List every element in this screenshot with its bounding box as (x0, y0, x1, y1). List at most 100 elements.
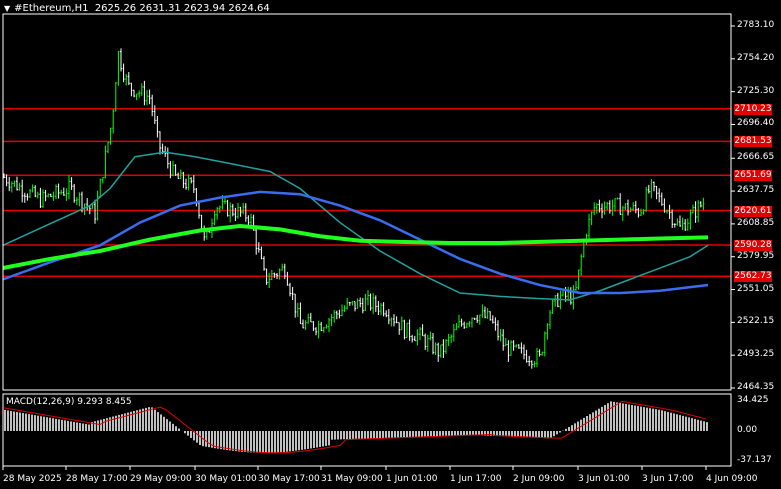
macd-bar (19, 412, 21, 431)
macd-bar (541, 431, 543, 439)
macd-bar (319, 431, 321, 447)
time-tick-label: 3 Jun 01:00 (578, 474, 630, 484)
macd-bar (40, 416, 42, 431)
macd-bar (415, 431, 417, 437)
macd-bar (706, 422, 708, 431)
macd-bar (445, 431, 447, 436)
macd-bar (190, 431, 192, 438)
macd-bar (559, 431, 561, 433)
macd-bar (106, 418, 108, 431)
macd-bar (55, 418, 57, 431)
macd-bar (316, 431, 318, 448)
time-tick-label: 3 Jun 17:00 (642, 474, 694, 484)
price-tick-label: 2579.95 (737, 250, 775, 261)
time-tick-label: 30 May 17:00 (258, 474, 320, 484)
macd-bar (610, 401, 612, 431)
macd-bar (79, 422, 81, 431)
menu-triangle-icon[interactable]: ▼ (4, 4, 10, 13)
macd-bar (652, 408, 654, 431)
macd-bar (370, 431, 372, 439)
macd-bar (178, 428, 180, 431)
macd-bar (253, 431, 255, 453)
macd-bar (433, 431, 435, 437)
macd-bar (355, 431, 357, 439)
macd-bar (238, 431, 240, 452)
price-tick-label: 2725.30 (737, 85, 775, 96)
macd-bar (619, 402, 621, 431)
price-chart[interactable] (0, 0, 781, 489)
time-tick-label: 30 May 01:00 (195, 474, 257, 484)
macd-bar (388, 431, 390, 438)
macd-bar (148, 407, 150, 431)
price-tick-label: 2696.40 (737, 118, 775, 129)
macd-bar (301, 431, 303, 450)
macd-bar (292, 431, 294, 452)
macd-bar (703, 421, 705, 431)
macd-bar (391, 431, 393, 438)
macd-bar (172, 423, 174, 431)
level-price-badge: 2590.28 (734, 239, 772, 251)
macd-bar (430, 431, 432, 437)
macd-bar (448, 431, 450, 436)
macd-bar (160, 414, 162, 431)
macd-bar (436, 431, 438, 437)
macd-bar (700, 420, 702, 431)
ma-fast-line (2, 151, 709, 301)
time-tick-label: 1 Jun 17:00 (450, 474, 502, 484)
macd-bar (187, 431, 189, 436)
macd-bar (538, 431, 540, 438)
macd-bar (547, 431, 549, 439)
macd-bar (43, 416, 45, 431)
time-tick-label: 29 May 09:00 (130, 474, 192, 484)
macd-bar (61, 419, 63, 431)
time-tick-label: 1 Jun 01:00 (386, 474, 438, 484)
macd-bar (553, 431, 555, 437)
macd-bar (52, 418, 54, 431)
macd-bar (598, 408, 600, 431)
macd-bar (313, 431, 315, 448)
time-tick-label: 28 May 2025 (3, 474, 62, 484)
macd-bar (7, 410, 9, 431)
macd-bar (460, 431, 462, 436)
macd-bar (595, 410, 597, 431)
macd-bar (109, 417, 111, 431)
macd-bar (418, 431, 420, 437)
macd-bar (463, 431, 465, 436)
macd-bar (349, 431, 351, 440)
macd-bar (22, 413, 24, 431)
macd-bar (28, 414, 30, 431)
macd-bar (592, 412, 594, 431)
macd-bar (298, 431, 300, 451)
time-tick-label: 31 May 09:00 (321, 474, 383, 484)
macd-bar (424, 431, 426, 437)
macd-bar (82, 423, 84, 431)
macd-bar (685, 416, 687, 431)
macd-bar (667, 411, 669, 431)
macd-bar (628, 404, 630, 431)
macd-bar (457, 431, 459, 436)
macd-bar (454, 431, 456, 436)
time-tick-label: 28 May 17:00 (66, 474, 128, 484)
macd-bar (13, 411, 15, 431)
macd-bar (472, 431, 474, 435)
price-tick-label: 2522.15 (737, 316, 775, 327)
macd-bar (421, 431, 423, 437)
macd-bar (571, 425, 573, 431)
macd-bar (676, 414, 678, 431)
macd-bar (568, 426, 570, 431)
macd-bar (385, 431, 387, 438)
price-tick-label: 2783.10 (737, 20, 775, 30)
macd-bar (658, 409, 660, 431)
macd-bar (10, 410, 12, 431)
macd-bar (475, 431, 477, 435)
macd-bar (34, 415, 36, 431)
symbol-label: #Ethereum,H1 (14, 3, 89, 14)
macd-bar (340, 431, 342, 440)
macd-bar (400, 431, 402, 438)
macd-bar (694, 418, 696, 431)
macd-bar (232, 431, 234, 451)
macd-bar (406, 431, 408, 438)
macd-bar (646, 407, 648, 431)
macd-bar (691, 418, 693, 431)
macd-bar (643, 407, 645, 431)
